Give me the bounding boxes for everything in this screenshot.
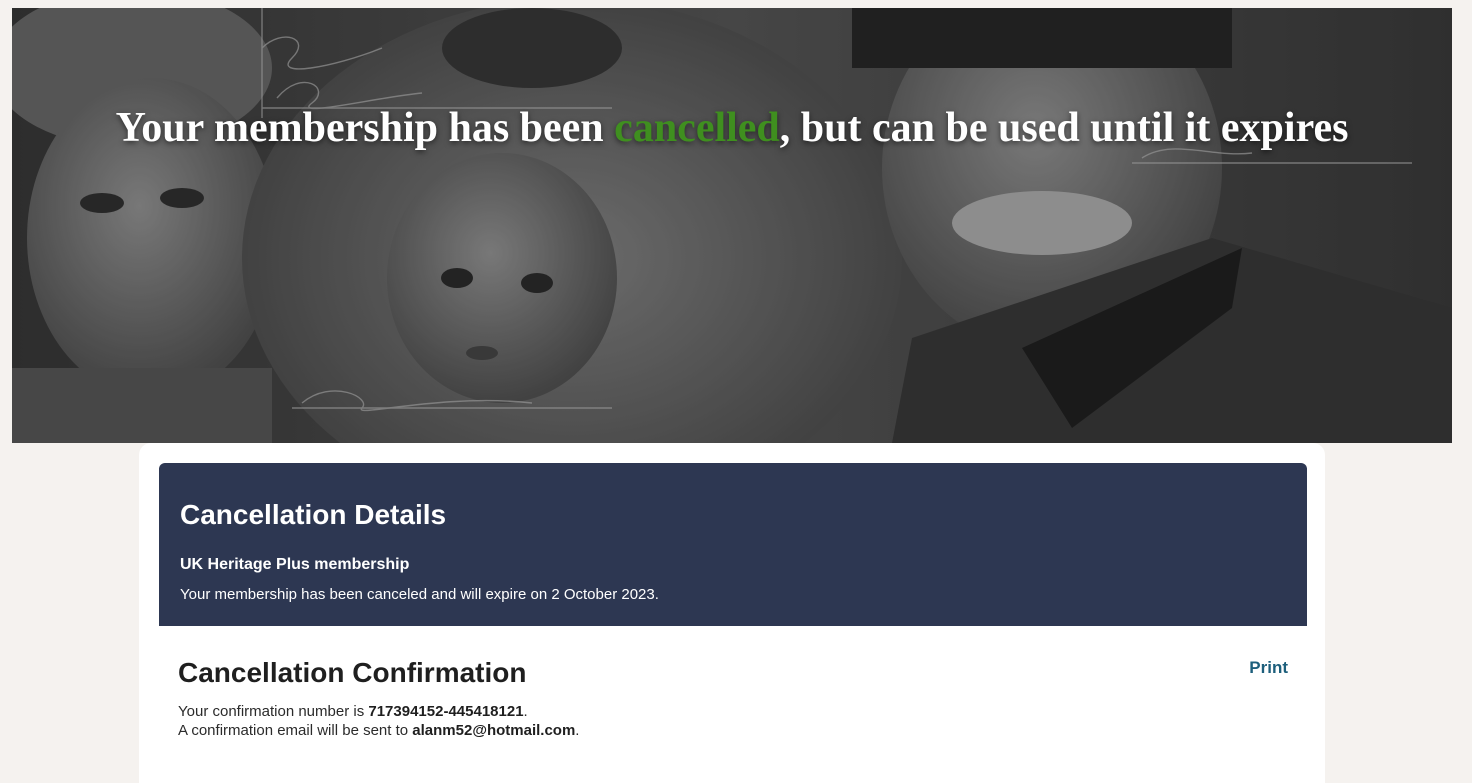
- confirmation-info: Your confirmation number is 717394152-44…: [178, 702, 579, 740]
- membership-plan-name: UK Heritage Plus membership: [180, 556, 410, 573]
- cancellation-card: Cancellation Details UK Heritage Plus me…: [139, 443, 1325, 783]
- hero-title: Your membership has been cancelled, but …: [12, 104, 1452, 152]
- confirmation-email-prefix: A confirmation email will be sent to: [178, 722, 413, 739]
- confirmation-number-prefix: Your confirmation number is: [178, 703, 369, 720]
- expiry-message: Your membership has been canceled and wi…: [180, 586, 659, 603]
- confirmation-heading: Cancellation Confirmation: [178, 657, 527, 688]
- family-portrait-image: [12, 8, 1452, 443]
- print-link[interactable]: Print: [1249, 658, 1288, 678]
- hero-banner: Your membership has been cancelled, but …: [12, 8, 1452, 443]
- confirmation-number-line: Your confirmation number is 717394152-44…: [178, 702, 579, 721]
- hero-title-rest: , but can be used until it expires: [779, 105, 1349, 151]
- top-strip: [0, 0, 1472, 8]
- hero-title-text: Your membership has been: [115, 105, 615, 151]
- confirmation-email-line: A confirmation email will be sent to ala…: [178, 721, 579, 740]
- confirmation-email-suffix: .: [575, 722, 580, 739]
- confirmation-number-suffix: .: [523, 703, 528, 720]
- details-heading: Cancellation Details: [180, 499, 447, 530]
- confirmation-number: 717394152-445418121: [368, 703, 524, 720]
- cancellation-details-panel: Cancellation Details UK Heritage Plus me…: [159, 463, 1307, 626]
- hero-title-accent: cancelled: [614, 105, 780, 151]
- confirmation-email: alanm52@hotmail.com: [412, 722, 576, 739]
